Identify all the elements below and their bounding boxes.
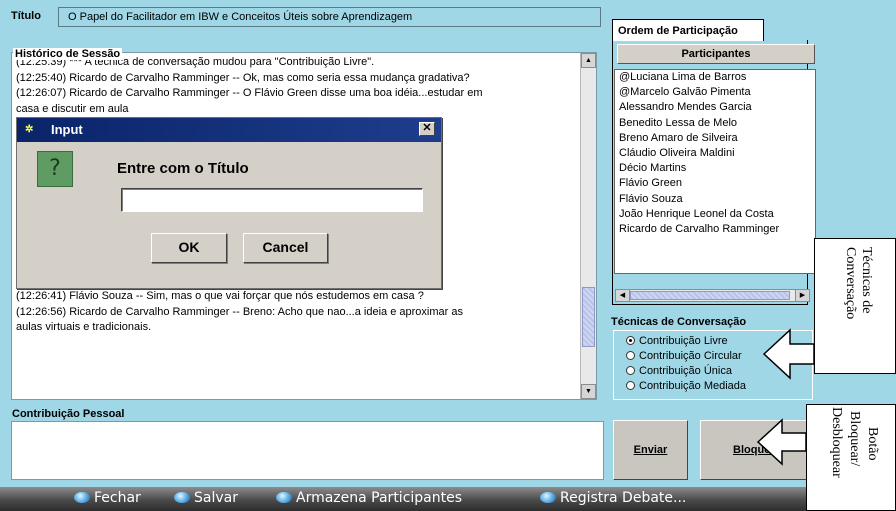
register-debate-toolbar-button[interactable]: Registra Debate... [540,490,686,506]
title-field[interactable]: O Papel do Facilitador em IBW e Conceito… [58,7,601,27]
annotation-line: Bloquear/ [847,411,862,467]
techniques-label: Técnicas de Conversação [611,316,747,328]
participants-hscrollbar[interactable]: ◀ ▶ [615,289,810,302]
bullet-icon [74,492,90,503]
toolbar-label: Registra Debate... [560,490,687,506]
participant-item[interactable]: @Luciana Lima de Barros [615,70,815,85]
dialog-title: Input [51,122,83,137]
bullet-icon [174,492,190,503]
chat-history-header: Histórico de Sessão [13,48,123,60]
participant-item[interactable]: Cláudio Oliveira Maldini [615,146,815,161]
toolbar-label: Fechar [94,490,141,506]
radio-icon[interactable] [626,381,635,390]
radio-label: Contribuição Única [639,365,732,377]
toolbar-label: Salvar [194,490,238,506]
radio-contribuicao-circular[interactable]: Contribuição Circular [626,350,742,362]
participant-item[interactable]: Ricardo de Carvalho Ramminger [615,222,815,237]
annotation-line: Técnicas de [859,247,874,314]
save-toolbar-button[interactable]: Salvar [174,490,238,506]
bullet-icon [276,492,292,503]
scroll-left-arrow-icon[interactable]: ◀ [616,290,630,301]
annotation-line: Conversação [843,247,858,320]
chat-scroll-thumb[interactable] [582,287,595,347]
chat-scrollbar[interactable]: ▲ ▼ [580,53,596,399]
question-icon: ? [37,151,73,187]
tab-ordem-participacao[interactable]: Ordem de Participação [612,19,764,41]
participant-item[interactable]: Benedito Lessa de Melo [615,116,815,131]
radio-contribuicao-unica[interactable]: Contribuição Única [626,365,732,377]
participant-item[interactable]: Décio Martins [615,161,815,176]
participant-item[interactable]: Alessandro Mendes Garcia [615,100,815,115]
chat-message-line: (12:26:41) Flávio Souza -- Sim, mas o qu… [16,289,424,302]
participant-item[interactable]: @Marcelo Galvão Pimenta [615,85,815,100]
app-icon: ✲ [25,124,34,135]
chat-application: Título O Papel do Facilitador em IBW e C… [0,0,896,511]
radio-label: Contribuição Livre [639,335,728,347]
radio-contribuicao-mediada[interactable]: Contribuição Mediada [626,380,746,392]
radio-label: Contribuição Mediada [639,380,747,392]
chat-message-line: (12:26:07) Ricardo de Carvalho Ramminger… [16,87,483,100]
cancel-button[interactable]: Cancel [243,233,328,263]
toolbar-label: Armazena Participantes [296,490,463,506]
radio-icon[interactable] [626,366,635,375]
contribution-input[interactable] [11,421,604,480]
radio-selected-icon[interactable] [626,336,635,345]
participant-item[interactable]: Flávio Green [615,176,815,191]
annotation-line: Botão [865,427,880,461]
scroll-right-arrow-icon[interactable]: ▶ [795,290,809,301]
participants-header: Participantes [617,44,815,64]
close-toolbar-button[interactable]: Fechar [74,490,141,506]
store-participants-toolbar-button[interactable]: Armazena Participantes [276,490,462,506]
techniques-callout-arrow-icon [762,328,815,380]
block-callout-arrow-icon [756,418,807,466]
chat-message-line: (12:25:40) Ricardo de Carvalho Ramminger… [16,71,470,84]
title-input[interactable] [121,188,423,212]
bullet-icon [540,492,556,503]
dialog-titlebar[interactable]: ✲ Input ✕ [17,118,441,142]
techniques-annotation: Técnicas de Conversação [814,238,896,374]
title-label: Título [11,10,41,22]
participant-item[interactable]: Breno Amaro de Silveira [615,131,815,146]
bottom-toolbar: Fechar Salvar Armazena Participantes Reg… [0,487,896,511]
send-button[interactable]: Enviar [613,420,688,480]
radio-icon[interactable] [626,351,635,360]
participants-list: @Luciana Lima de Barros @Marcelo Galvão P… [614,69,816,274]
annotation-line: Desbloquear [829,407,844,478]
radio-label: Contribuição Circular [639,350,742,362]
participant-item[interactable]: Flávio Souza [615,192,815,207]
contribution-label: Contribuição Pessoal [12,408,125,420]
participant-item[interactable]: João Henrique Leonel da Costa [615,207,815,222]
block-button-annotation: Botão Bloquear/ Desbloquear [806,404,896,511]
chat-message-line: casa e discutir em aula [16,102,129,115]
scroll-up-arrow-icon[interactable]: ▲ [581,53,596,68]
radio-contribuicao-livre[interactable]: Contribuição Livre [626,335,728,347]
participants-scroll-thumb[interactable] [630,291,790,300]
ok-button[interactable]: OK [151,233,227,263]
chat-message-line: aulas virtuais e tradicionais. [16,321,152,334]
chat-message-line: (12:26:56) Ricardo de Carvalho Ramminger… [16,305,463,318]
send-button-label: Enviar [633,444,668,456]
scroll-down-arrow-icon[interactable]: ▼ [581,384,596,399]
close-icon[interactable]: ✕ [419,122,435,136]
dialog-prompt: Entre com o Título [117,160,249,177]
input-dialog: ✲ Input ✕ ? Entre com o Título OK Cancel [16,117,442,289]
